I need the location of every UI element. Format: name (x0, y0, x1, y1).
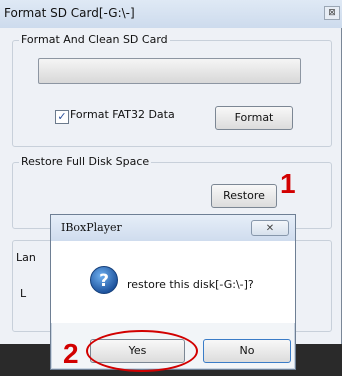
format-progress-bar (38, 58, 301, 84)
format-fat32-checkbox[interactable]: ✓ (55, 110, 69, 124)
language-group-legend: Lan (16, 251, 36, 264)
dialog-title-bar: IBoxPlayer ✕ (51, 215, 295, 241)
dialog-message: restore this disk[-G:\-]? (127, 278, 254, 291)
step-2-annotation: 2 (63, 338, 79, 369)
format-fat32-label: Format FAT32 Data (70, 108, 175, 121)
svg-text:?: ? (99, 271, 109, 291)
title-bar: Format SD Card[-G:\-] ⊠ (0, 0, 342, 28)
question-icon: ? (90, 266, 118, 294)
format-button[interactable]: Format (215, 106, 293, 130)
format-group-legend: Format And Clean SD Card (19, 33, 170, 46)
language-label: L (20, 287, 27, 300)
restore-button[interactable]: Restore (211, 184, 277, 208)
step-1-annotation: 1 (280, 168, 296, 199)
dialog-close-icon[interactable]: ✕ (251, 220, 289, 236)
yes-highlight-circle (86, 330, 198, 372)
restore-group-legend: Restore Full Disk Space (19, 155, 152, 168)
window-title: Format SD Card[-G:\-] (4, 6, 135, 20)
format-group: Format And Clean SD Card (12, 33, 332, 147)
dialog-title: IBoxPlayer (61, 221, 122, 234)
no-button[interactable]: No (203, 339, 291, 363)
window-close-icon[interactable]: ⊠ (324, 6, 340, 20)
